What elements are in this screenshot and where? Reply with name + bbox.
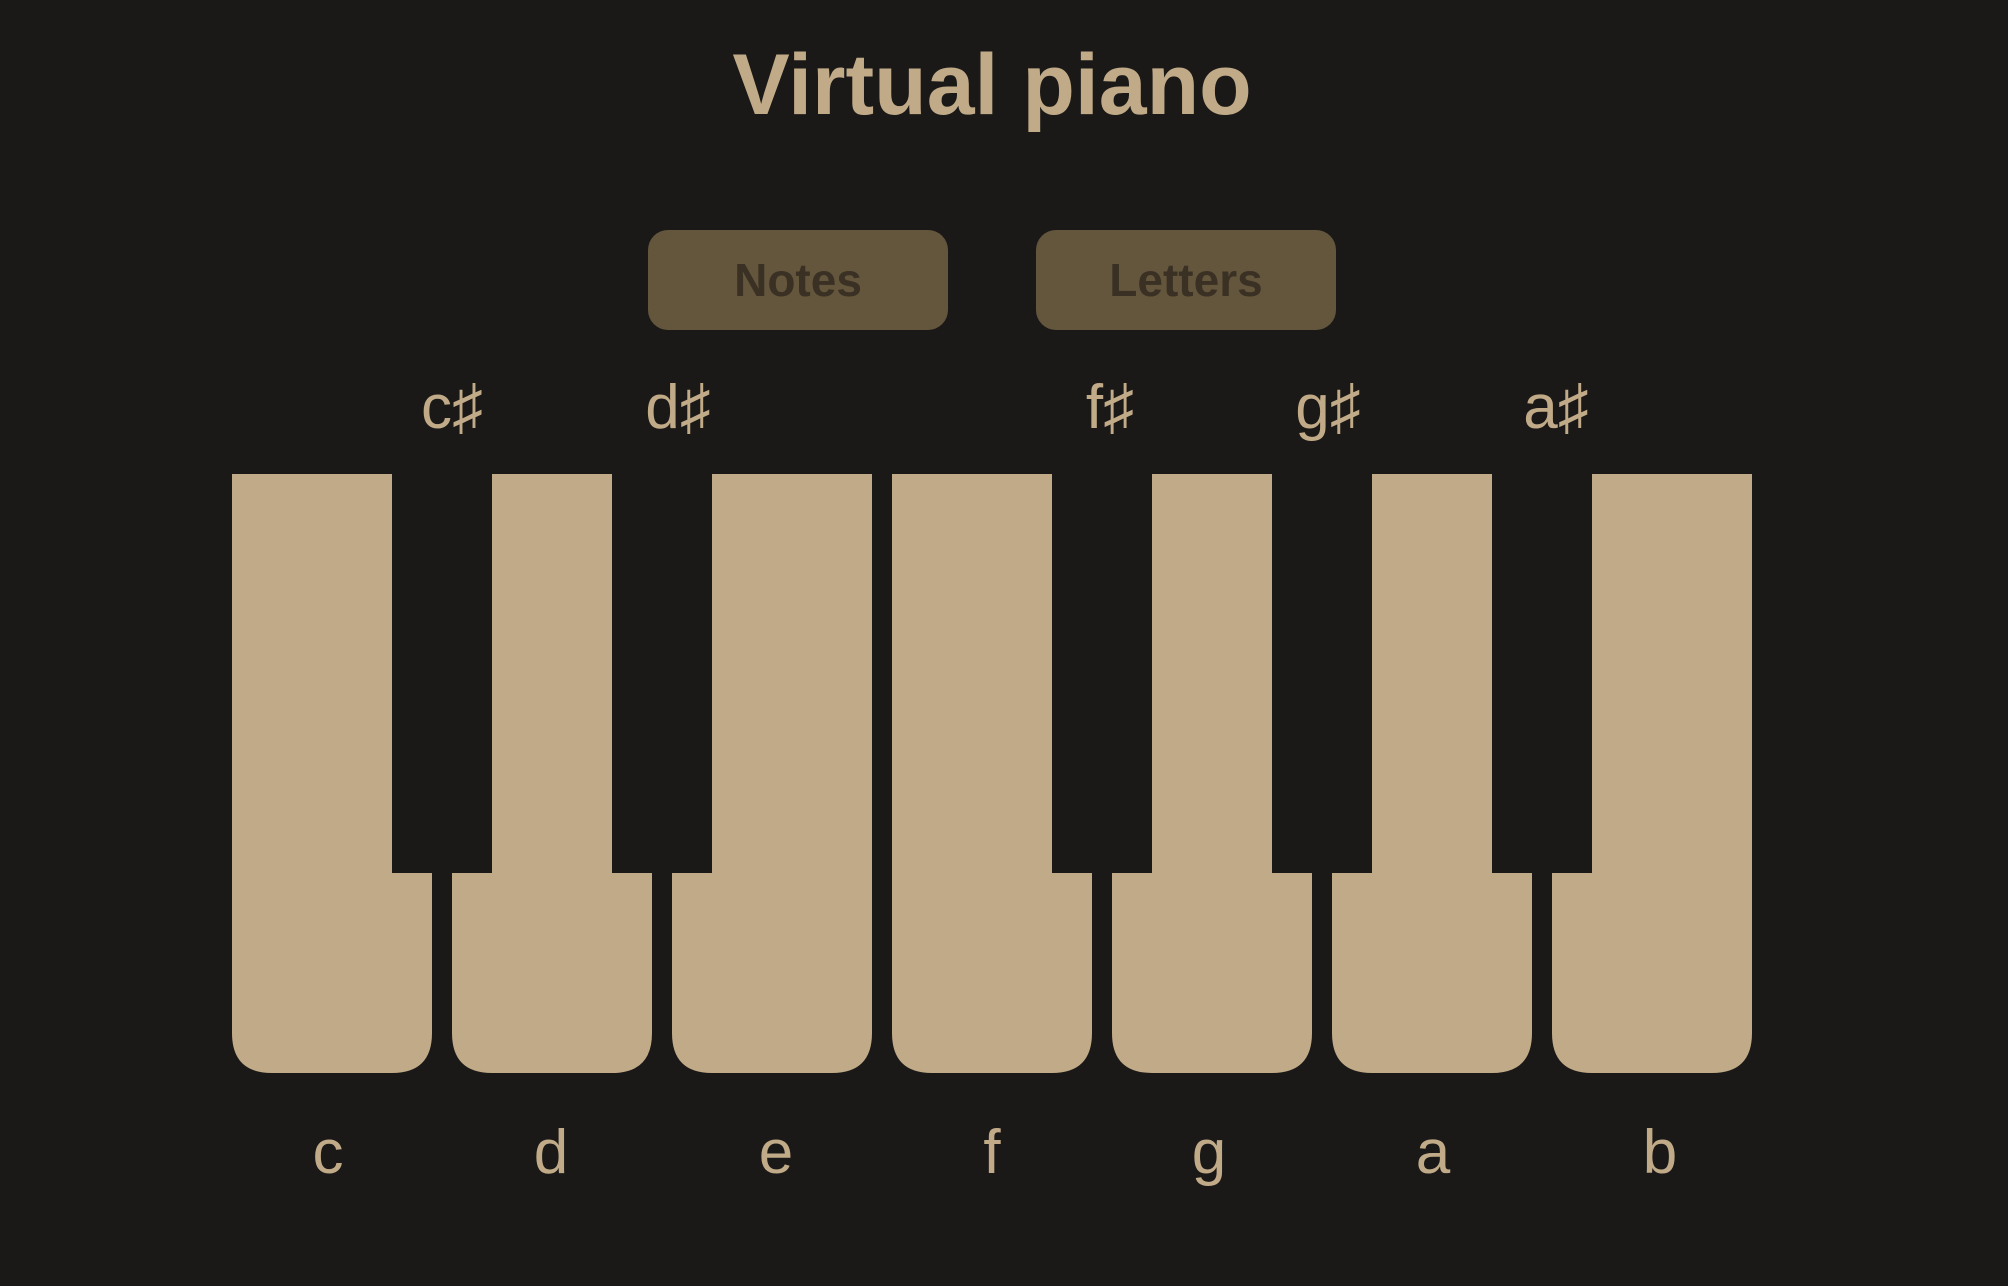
white-key-label-a: a xyxy=(1415,1118,1451,1187)
white-key-label-g: g xyxy=(1191,1118,1227,1187)
white-key-label-b: b xyxy=(1642,1118,1678,1187)
piano-keyboard xyxy=(232,474,1752,1073)
black-key-a-sharp[interactable] xyxy=(1492,474,1592,873)
white-key-label-f: f xyxy=(983,1118,1001,1187)
black-key-f-sharp[interactable] xyxy=(1052,474,1152,873)
white-key-label-c: c xyxy=(312,1118,344,1187)
white-key-label-e: e xyxy=(758,1118,794,1187)
black-key-d-sharp[interactable] xyxy=(612,474,712,873)
white-key-label-d: d xyxy=(533,1118,569,1187)
black-key-g-sharp[interactable] xyxy=(1272,474,1372,873)
black-key-c-sharp[interactable] xyxy=(392,474,492,873)
